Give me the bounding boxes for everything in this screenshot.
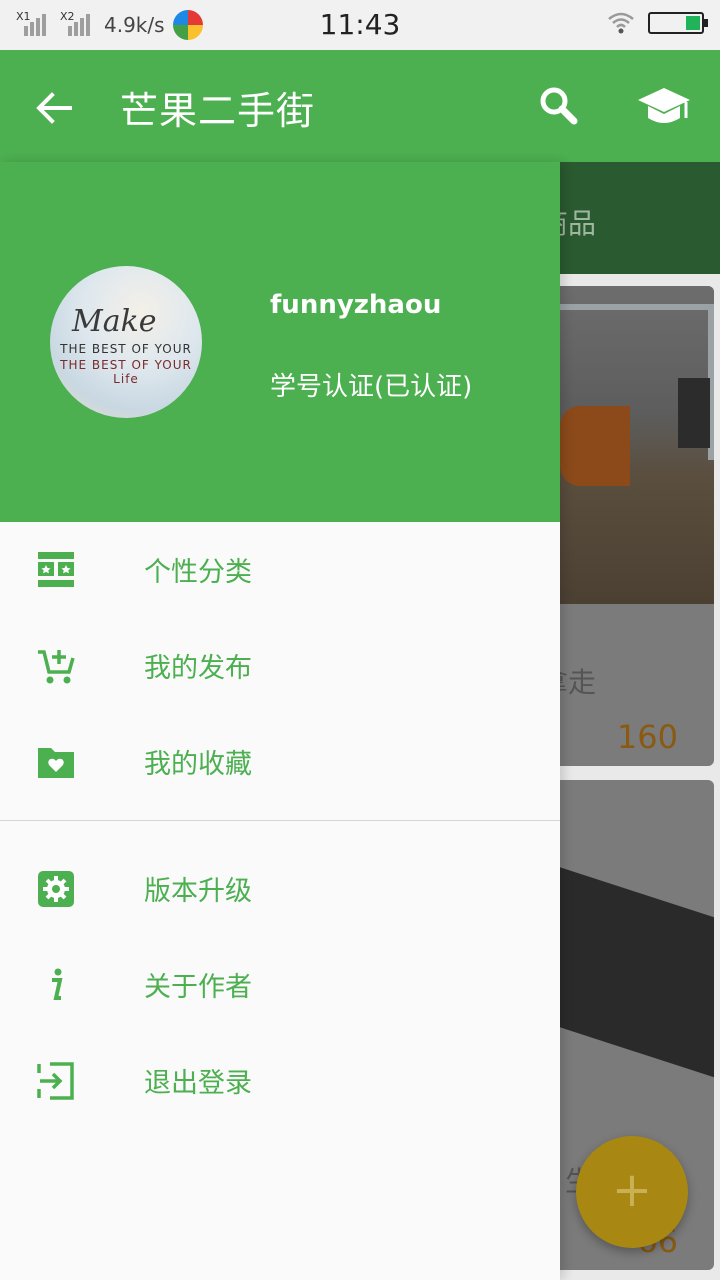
- drawer-menu: 个性分类 我的发布 我的收藏 版本升级 关于作者 退出登录: [0, 522, 560, 1129]
- navigation-drawer: Make THE BEST OF YOUR THE BEST OF YOUR L…: [0, 162, 560, 1280]
- verify-status[interactable]: 学号认证(已认证): [270, 366, 472, 403]
- settings-icon: [38, 871, 74, 907]
- menu-divider: [0, 820, 560, 821]
- menu-item-label: 我的发布: [144, 653, 252, 684]
- menu-item-label: 关于作者: [144, 972, 252, 1003]
- menu-item-label: 版本升级: [144, 876, 252, 907]
- menu-item-favorites[interactable]: 我的收藏: [0, 714, 560, 810]
- add-fab-button[interactable]: +: [576, 1136, 688, 1248]
- menu-item-category[interactable]: 个性分类: [0, 522, 560, 618]
- category-icon: [38, 552, 74, 587]
- avatar[interactable]: Make THE BEST OF YOUR THE BEST OF YOUR L…: [50, 266, 202, 418]
- info-icon: [52, 968, 63, 1000]
- menu-item-my-posts[interactable]: 我的发布: [0, 618, 560, 714]
- logout-icon: [37, 1062, 74, 1100]
- product-price: 160: [616, 718, 678, 756]
- status-bar: X1 X2 4.9k/s 11:43: [0, 0, 720, 50]
- app-toolbar: 芒果二手街: [0, 50, 720, 162]
- menu-item-logout[interactable]: 退出登录: [0, 1033, 560, 1129]
- menu-item-label: 个性分类: [144, 557, 252, 588]
- app-title: 芒果二手街: [120, 89, 316, 133]
- username: funnyzhaou: [270, 290, 442, 320]
- search-icon[interactable]: [534, 80, 584, 130]
- back-arrow-icon[interactable]: [30, 84, 78, 132]
- battery-icon: [648, 12, 708, 34]
- menu-item-about[interactable]: 关于作者: [0, 937, 560, 1033]
- wifi-icon: [608, 12, 634, 34]
- favorite-folder-icon: [38, 748, 74, 778]
- menu-item-label: 我的收藏: [144, 749, 252, 780]
- menu-item-label: 退出登录: [144, 1068, 252, 1099]
- drawer-header: Make THE BEST OF YOUR THE BEST OF YOUR L…: [0, 162, 560, 522]
- graduation-cap-icon[interactable]: [636, 78, 692, 134]
- cart-add-icon: [38, 650, 75, 684]
- product-photo: [540, 860, 714, 1080]
- menu-item-upgrade[interactable]: 版本升级: [0, 841, 560, 937]
